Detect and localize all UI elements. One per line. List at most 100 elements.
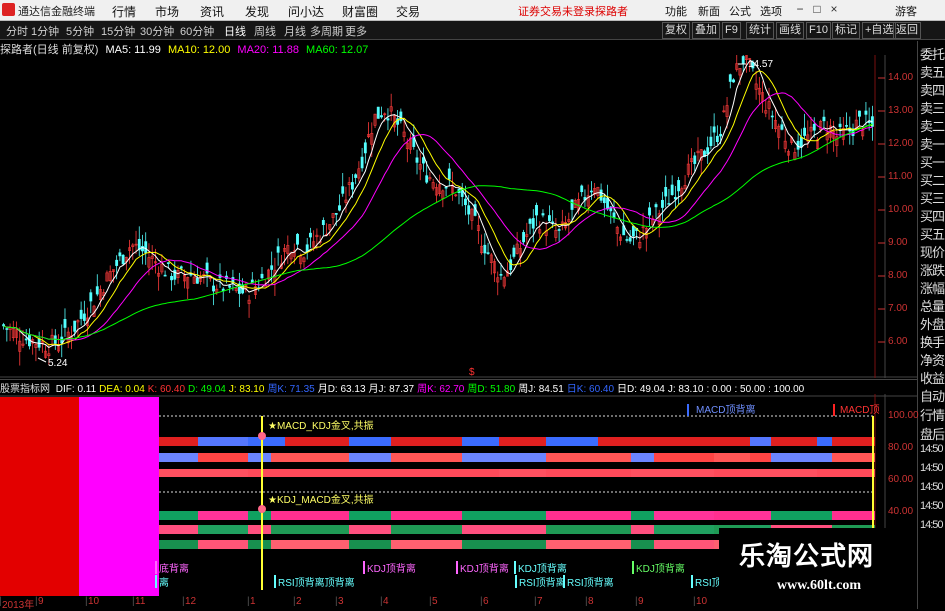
period-30min[interactable]: 30分钟 bbox=[140, 23, 174, 39]
side-panel-item[interactable]: 现价 bbox=[920, 242, 945, 261]
add-watchlist-button[interactable]: +自选 bbox=[862, 22, 897, 39]
menu-trade[interactable]: 交易 bbox=[396, 3, 420, 20]
date-tick-mark: | bbox=[585, 596, 588, 607]
candle-body bbox=[712, 126, 716, 133]
candle-body bbox=[512, 247, 516, 257]
menu-quotes[interactable]: 行情 bbox=[112, 3, 136, 20]
minimize-button[interactable]: − bbox=[793, 2, 807, 16]
period-60min[interactable]: 60分钟 bbox=[180, 23, 214, 39]
candle-body bbox=[483, 244, 487, 254]
menu-options[interactable]: 选项 bbox=[760, 3, 782, 19]
date-tick-label: 10 bbox=[696, 596, 708, 607]
close-button[interactable]: × bbox=[827, 2, 841, 16]
side-panel-item[interactable]: 涨幅 bbox=[920, 278, 945, 297]
price-axis: 14.00 13.00 12.00 11.00 10.00 9.00 8.00 7.00 6.0… bbox=[888, 55, 918, 378]
signal-strip-1 bbox=[285, 437, 305, 446]
side-panel-lower-item[interactable]: 14:50 bbox=[920, 462, 944, 474]
side-panel-lower-item[interactable]: 14:50 bbox=[920, 443, 944, 455]
signal-strip-2 bbox=[817, 453, 832, 462]
side-panel-item[interactable]: 卖三 bbox=[920, 98, 945, 117]
side-panel-item[interactable]: 买二 bbox=[920, 170, 945, 189]
signal-strip-6 bbox=[546, 540, 598, 549]
side-panel-item[interactable]: 卖一 bbox=[920, 134, 945, 153]
period-5min[interactable]: 5分钟 bbox=[66, 23, 94, 39]
macd-top-label: MACD顶 bbox=[840, 404, 879, 416]
stats-button[interactable]: 统计 bbox=[746, 22, 774, 39]
candle-body bbox=[5, 328, 9, 330]
menu-formula[interactable]: 公式 bbox=[729, 3, 751, 19]
draw-button[interactable]: 画线 bbox=[776, 22, 804, 39]
period-timeshare[interactable]: 分时 bbox=[6, 23, 28, 39]
candle-body bbox=[551, 221, 555, 224]
menu-function[interactable]: 功能 bbox=[665, 3, 687, 19]
side-panel-item[interactable]: 涨跌 bbox=[920, 260, 945, 279]
side-panel-item[interactable]: 委托 bbox=[920, 44, 945, 63]
signal-strip-2 bbox=[771, 453, 817, 462]
signal-strip-1 bbox=[598, 437, 631, 446]
high-price-label: 14.57 bbox=[748, 59, 773, 70]
signal-strip-5 bbox=[367, 525, 391, 534]
side-panel-item[interactable]: 买三 bbox=[920, 188, 945, 207]
side-panel-lower-item[interactable]: 14:50 bbox=[920, 500, 944, 512]
f9-button[interactable]: F9 bbox=[722, 22, 741, 39]
side-panel-item[interactable]: 净资 bbox=[920, 350, 945, 369]
low-pointer bbox=[37, 357, 47, 363]
candle-body bbox=[648, 207, 651, 216]
side-panel-lower-item[interactable]: 自动 bbox=[920, 386, 945, 405]
signal-strip-6 bbox=[285, 540, 305, 549]
menu-discover[interactable]: 发现 bbox=[245, 3, 269, 20]
side-panel-item[interactable]: 换手 bbox=[920, 332, 945, 351]
adjust-button[interactable]: 复权 bbox=[662, 22, 690, 39]
divergence-label: RSI顶背离顶背离 bbox=[278, 576, 355, 589]
side-panel-item[interactable]: 买五 bbox=[920, 224, 945, 243]
price-chart[interactable]: 14.57 5.24 $ bbox=[0, 55, 917, 378]
side-panel-lower-item[interactable]: 14:50 bbox=[920, 481, 944, 493]
side-panel-lower-item[interactable]: 14:50 bbox=[920, 519, 944, 531]
menu-ask[interactable]: 问小达 bbox=[288, 3, 324, 20]
side-panel-item[interactable]: 总量 bbox=[920, 296, 945, 315]
side-panel-item[interactable]: 外盘 bbox=[920, 314, 945, 333]
side-panel-item[interactable]: 买四 bbox=[920, 206, 945, 225]
signal-strip-3 bbox=[817, 469, 832, 477]
side-panel-lower-item[interactable]: 行情 bbox=[920, 405, 945, 424]
candle-body bbox=[664, 186, 668, 197]
period-1min[interactable]: 1分钟 bbox=[31, 23, 59, 39]
period-monthly[interactable]: 月线 bbox=[284, 23, 306, 39]
period-more[interactable]: 更多 bbox=[345, 23, 367, 39]
signal-strip-3 bbox=[437, 469, 462, 477]
kdj-macd-cross-label: ★KDJ_MACD金叉,共振 bbox=[268, 493, 374, 506]
date-tick-mark: | bbox=[693, 596, 696, 607]
candlesticks bbox=[2, 55, 874, 366]
guest-label[interactable]: 游客 bbox=[895, 3, 917, 19]
period-15min[interactable]: 15分钟 bbox=[101, 23, 135, 39]
signal-strip-2 bbox=[248, 453, 271, 462]
side-panel-item[interactable]: 收益 bbox=[920, 368, 945, 387]
menu-wealth[interactable]: 财富圈 bbox=[342, 3, 378, 20]
signal-strip-6 bbox=[684, 540, 714, 549]
period-weekly[interactable]: 周线 bbox=[254, 23, 276, 39]
candle-body bbox=[677, 180, 681, 192]
period-daily[interactable]: 日线 bbox=[224, 23, 246, 39]
candle-body bbox=[376, 106, 380, 119]
menu-market[interactable]: 市场 bbox=[155, 3, 179, 20]
side-panel-item[interactable]: 买一 bbox=[920, 152, 945, 171]
maximize-button[interactable]: □ bbox=[810, 2, 824, 16]
menu-news[interactable]: 资讯 bbox=[200, 3, 224, 20]
back-button[interactable]: 返回 bbox=[893, 22, 921, 39]
side-panel-item[interactable]: 卖四 bbox=[920, 80, 945, 99]
f10-button[interactable]: F10 bbox=[806, 22, 831, 39]
period-multi[interactable]: 多周期 bbox=[310, 23, 343, 39]
overlay-button[interactable]: 叠加 bbox=[692, 22, 720, 39]
signal-strip-5 bbox=[462, 525, 499, 534]
side-panel-item[interactable]: 卖二 bbox=[920, 116, 945, 135]
login-warning[interactable]: 证券交易未登录 bbox=[518, 3, 595, 19]
candle-body bbox=[654, 204, 658, 208]
signal-strip-2 bbox=[654, 453, 684, 462]
side-panel-item[interactable]: 卖五 bbox=[920, 62, 945, 81]
side-panel-lower-item[interactable]: 盘后 bbox=[920, 424, 945, 443]
signal-strip-6 bbox=[462, 540, 499, 549]
signal-strip-5 bbox=[271, 525, 285, 534]
mark-button[interactable]: 标记 bbox=[832, 22, 860, 39]
macd-top-divergence-label: MACD顶背离 bbox=[696, 403, 755, 416]
menu-new-page[interactable]: 新面 bbox=[698, 3, 720, 19]
